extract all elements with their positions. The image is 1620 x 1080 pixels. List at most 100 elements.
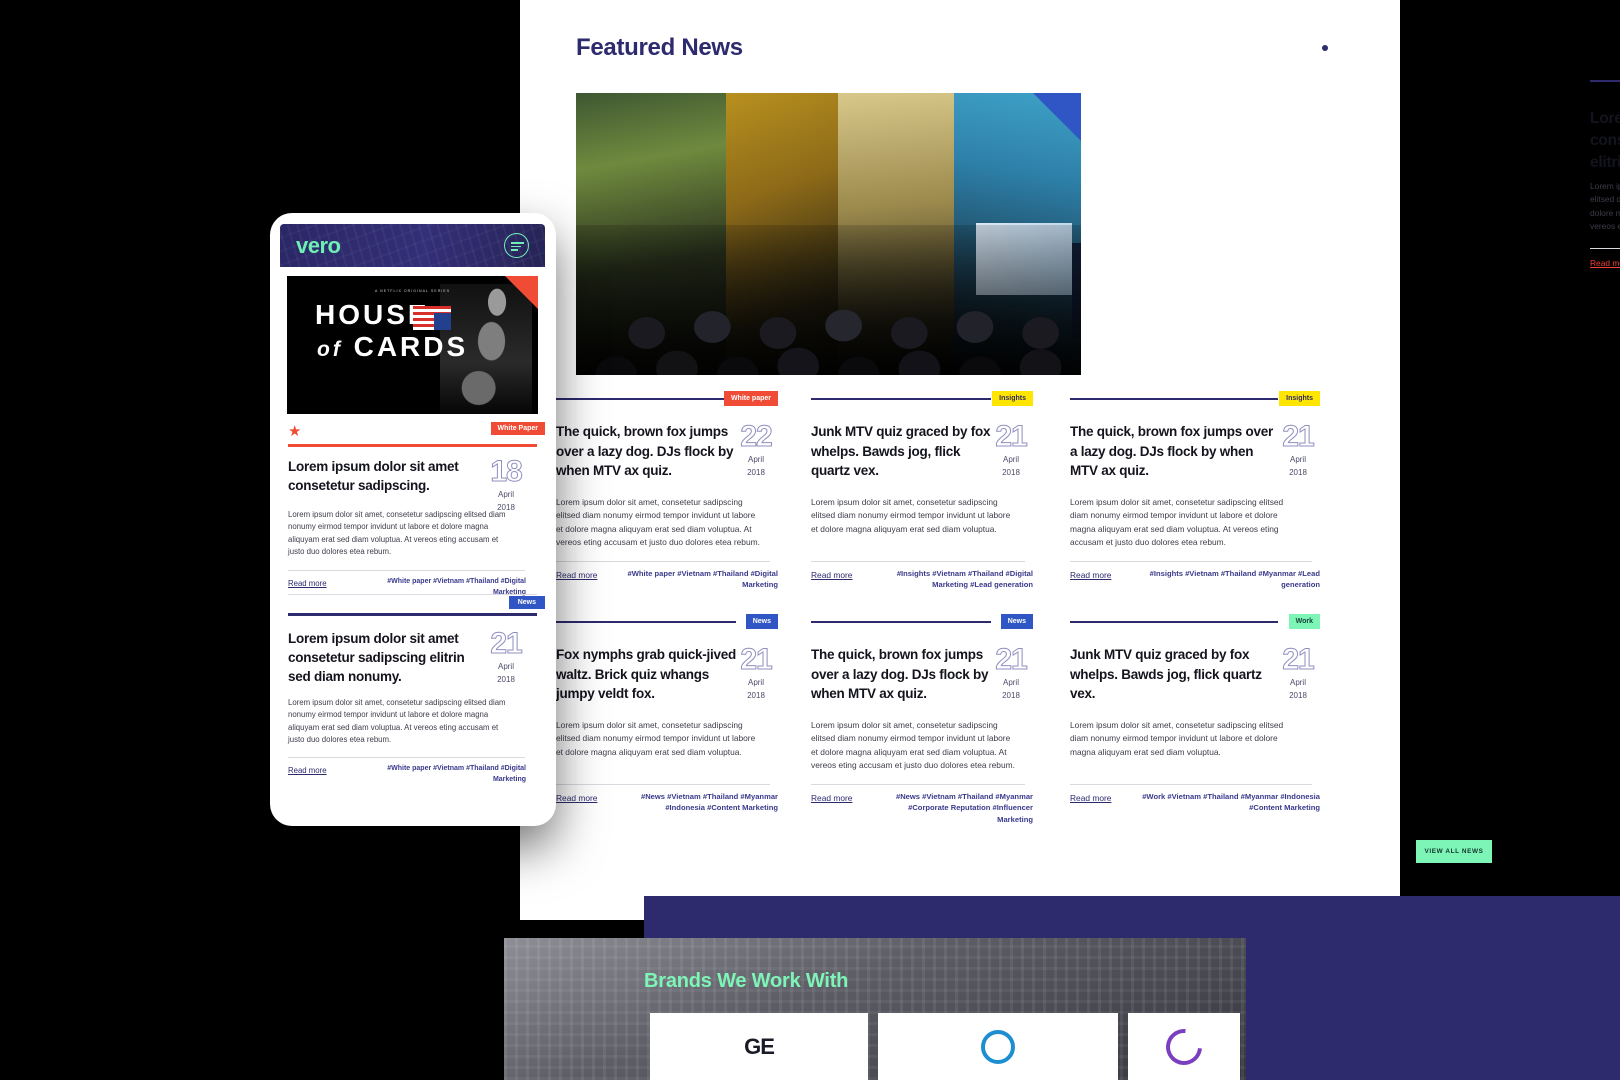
card-topline bbox=[1070, 398, 1278, 400]
category-badge[interactable]: White paper bbox=[723, 391, 778, 406]
article-excerpt: Lorem ipsum dolor sit amet, consetetur s… bbox=[288, 698, 506, 744]
read-more-link[interactable]: Read more bbox=[811, 570, 852, 580]
date-year: 2018 bbox=[1289, 468, 1307, 477]
card-divider bbox=[811, 561, 1025, 562]
card-topline bbox=[556, 398, 736, 400]
date-year: 2018 bbox=[747, 691, 765, 700]
star-icon: ★ bbox=[288, 423, 302, 440]
netflix-label: A NETFLIX ORIGINAL SERIES bbox=[374, 289, 451, 293]
article-headline[interactable]: The quick, brown fox jumps over a lazy d… bbox=[556, 422, 738, 481]
read-more-link[interactable]: Read more bbox=[556, 793, 597, 803]
brand-tile-ge[interactable]: GE bbox=[650, 1013, 868, 1080]
date-day: 21 bbox=[1282, 643, 1315, 676]
date-month: April bbox=[497, 490, 514, 499]
page-title: Featured News bbox=[576, 34, 743, 61]
article-headline[interactable]: Lorem ipsum dolor sit amet consetetur sa… bbox=[1590, 108, 1620, 174]
article-date: 22 April 2018 bbox=[734, 420, 778, 478]
article-date: 21 April 2018 bbox=[734, 643, 778, 701]
article-date: 18 April 2018 bbox=[484, 455, 528, 513]
view-all-news-button[interactable]: VIEW ALL NEWS bbox=[1416, 840, 1492, 863]
date-day: 21 bbox=[1282, 420, 1315, 453]
article-excerpt: Lorem ipsum dolor sit amet, consetetur s… bbox=[1070, 720, 1284, 757]
card-divider bbox=[1070, 784, 1312, 785]
brand-tile-swoosh[interactable] bbox=[1128, 1013, 1240, 1080]
article-headline[interactable]: Lorem ipsum dolor sit amet consetetur sa… bbox=[288, 629, 480, 686]
read-more-link[interactable]: Read more bbox=[288, 579, 327, 588]
phone-section-divider bbox=[288, 594, 537, 595]
date-month: April bbox=[1289, 455, 1306, 464]
card-topline bbox=[811, 621, 991, 623]
brand-tile-circle[interactable] bbox=[878, 1013, 1118, 1080]
phone-category-badge-news[interactable]: News bbox=[508, 596, 545, 609]
brands-band-title: Brands We Work With bbox=[644, 970, 849, 992]
carousel-dot-indicator[interactable] bbox=[1322, 45, 1328, 51]
date-year: 2018 bbox=[497, 675, 515, 684]
article-headline[interactable]: Junk MTV quiz graced by fox whelps. Bawd… bbox=[811, 422, 993, 481]
date-month: April bbox=[497, 662, 514, 671]
date-day: 21 bbox=[490, 627, 523, 660]
date-day: 18 bbox=[490, 455, 523, 488]
article-tags[interactable]: #Work #Vietnam #Thailand #Myanmar #Indon… bbox=[1130, 791, 1320, 814]
date-month: April bbox=[747, 455, 764, 464]
card-topline bbox=[1070, 621, 1278, 623]
hoc-title-of: of bbox=[317, 338, 343, 361]
card-divider bbox=[556, 784, 770, 785]
article-excerpt: Lorem ipsum dolor sit amet, consetetur s… bbox=[288, 510, 506, 556]
article-excerpt: Lorem ipsum dolor sit amet, consetetur s… bbox=[1590, 181, 1620, 231]
article-date: 21 April 2018 bbox=[989, 644, 1033, 701]
card-divider bbox=[811, 784, 1025, 785]
read-more-link[interactable]: Read more bbox=[811, 793, 852, 803]
hamburger-icon[interactable] bbox=[504, 233, 529, 258]
article-date: 21 April 2018 bbox=[1276, 420, 1320, 478]
featured-hero-image[interactable] bbox=[576, 93, 1081, 375]
article-tags[interactable]: #White paper #Vietnam #Thailand #Digital… bbox=[386, 764, 526, 785]
date-day: 21 bbox=[995, 420, 1028, 453]
article-date: 21 April 2018 bbox=[484, 627, 528, 685]
vero-logo[interactable]: vero bbox=[296, 235, 341, 257]
article-tags[interactable]: #News #Vietnam #Thailand #Myanmar #Corpo… bbox=[871, 791, 1033, 825]
phone-hero-image[interactable]: A NETFLIX ORIGINAL SERIES HOUSE of CARDS bbox=[287, 276, 538, 414]
card-divider bbox=[1070, 561, 1312, 562]
category-badge[interactable]: News bbox=[1000, 614, 1033, 629]
date-year: 2018 bbox=[1002, 468, 1020, 477]
article-headline[interactable]: The quick, brown fox jumps over a lazy d… bbox=[1070, 422, 1280, 481]
category-badge[interactable]: News bbox=[745, 614, 778, 629]
read-more-link[interactable]: Read more bbox=[556, 570, 597, 580]
date-year: 2018 bbox=[747, 468, 765, 477]
card-topline bbox=[556, 621, 736, 623]
read-more-link[interactable]: Read more bbox=[288, 766, 327, 775]
date-day: 21 bbox=[740, 643, 773, 676]
card-divider bbox=[288, 757, 525, 758]
us-flag-icon bbox=[413, 306, 451, 330]
category-badge[interactable]: Work bbox=[1288, 614, 1320, 629]
article-tags[interactable]: #White paper #Vietnam #Thailand #Digital… bbox=[616, 568, 778, 591]
read-more-link[interactable]: Read more bbox=[1590, 258, 1620, 268]
card-divider bbox=[1590, 248, 1620, 249]
card-topline bbox=[811, 398, 991, 400]
read-more-link[interactable]: Read more bbox=[1070, 570, 1111, 580]
phone-category-badge-whitepaper[interactable]: White Paper bbox=[490, 422, 545, 435]
article-excerpt: Lorem ipsum dolor sit amet, consetetur s… bbox=[811, 720, 1015, 770]
article-excerpt: Lorem ipsum dolor sit amet, consetetur s… bbox=[811, 497, 1011, 534]
phone-mockup-screen: vero A NETFLIX ORIGINAL SERIES HOUSE of … bbox=[280, 224, 545, 816]
date-year: 2018 bbox=[497, 503, 515, 512]
article-tags[interactable]: #Insights #Vietnam #Thailand #Digital Ma… bbox=[871, 568, 1033, 591]
hero-corner-flag-icon bbox=[1033, 93, 1081, 141]
article-headline[interactable]: The quick, brown fox jumps over a lazy d… bbox=[811, 645, 993, 704]
date-month: April bbox=[1002, 678, 1019, 687]
phone-card-topline-navy bbox=[288, 613, 537, 616]
article-tags[interactable]: #News #Vietnam #Thailand #Myanmar #Indon… bbox=[616, 791, 778, 814]
article-tags[interactable]: #Insights #Vietnam #Thailand #Myanmar #L… bbox=[1130, 568, 1320, 591]
phone-card-topline-red bbox=[288, 444, 537, 447]
ge-logo-icon: GE bbox=[744, 1033, 775, 1059]
category-badge[interactable]: Insights bbox=[992, 391, 1033, 406]
category-badge[interactable]: Insights bbox=[1279, 391, 1320, 406]
article-excerpt: Lorem ipsum dolor sit amet, consetetur s… bbox=[556, 720, 756, 757]
article-headline[interactable]: Lorem ipsum dolor sit amet consetetur sa… bbox=[288, 457, 480, 495]
article-headline[interactable]: Fox nymphs grab quick-jived waltz. Brick… bbox=[556, 645, 738, 704]
date-day: 22 bbox=[740, 420, 773, 453]
article-headline[interactable]: Junk MTV quiz graced by fox whelps. Bawd… bbox=[1070, 645, 1280, 704]
read-more-link[interactable]: Read more bbox=[1070, 793, 1111, 803]
card-topline bbox=[1590, 80, 1620, 82]
hoc-title-line2: of CARDS bbox=[317, 331, 469, 362]
